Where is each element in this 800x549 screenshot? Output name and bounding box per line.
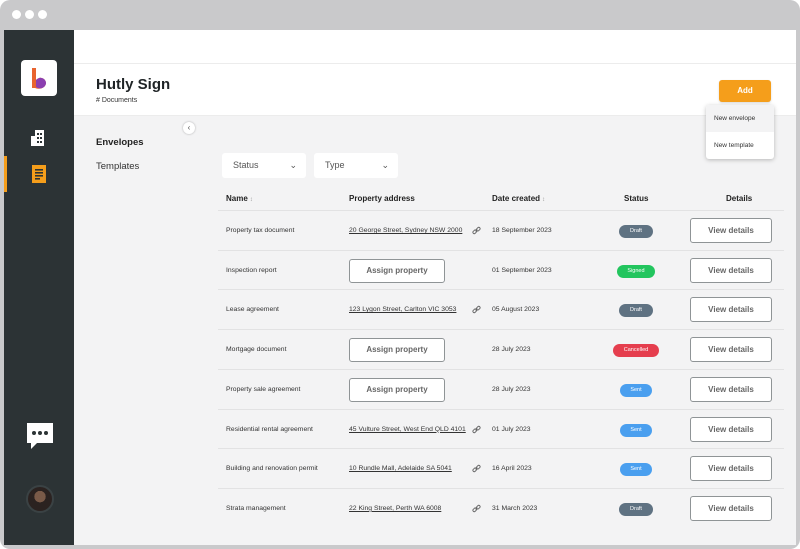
status-badge: Draft xyxy=(619,225,653,238)
document-name: Building and renovation permit xyxy=(226,465,318,473)
browser-window: Hutly Sign # Documents Add New envelope … xyxy=(0,0,800,549)
rail-item-properties[interactable] xyxy=(4,120,74,156)
property-address-link[interactable]: 20 George Street, Sydney NSW 2000 xyxy=(349,211,462,251)
subnav-item-templates[interactable]: Templates xyxy=(96,161,139,172)
link-icon[interactable] xyxy=(472,464,481,473)
property-address-link[interactable]: 10 Rundle Mall, Adelaide SA 5041 xyxy=(349,449,452,489)
app-container: Hutly Sign # Documents Add New envelope … xyxy=(4,30,796,545)
property-address-link[interactable]: 123 Lygon Street, Carlton VIC 3053 xyxy=(349,290,456,330)
view-details-button[interactable]: View details xyxy=(690,297,772,323)
subnav-item-envelopes[interactable]: Envelopes xyxy=(96,137,144,148)
table-row: Lease agreement 123 Lygon Street, Carlton… xyxy=(218,289,784,329)
document-name: Property sale agreement xyxy=(226,385,301,393)
type-filter[interactable]: Type ⌄ xyxy=(314,153,398,178)
property-address-link[interactable]: 22 King Street, Perth WA 6008 xyxy=(349,489,441,529)
secondary-sidebar: ‹ Envelopes Templates xyxy=(74,116,200,545)
hutly-logo-icon[interactable] xyxy=(21,60,57,96)
page-header: Hutly Sign # Documents Add xyxy=(74,30,796,116)
status-badge: Sent xyxy=(620,383,652,397)
add-button[interactable]: Add xyxy=(719,80,771,102)
column-header-date[interactable]: Date created ↕ xyxy=(492,188,545,210)
view-details-button[interactable]: View details xyxy=(690,456,772,482)
document-name: Residential rental agreement xyxy=(226,425,313,433)
date-created: 28 July 2023 xyxy=(492,385,531,393)
nav-rail xyxy=(4,30,74,545)
document-icon xyxy=(32,165,46,183)
date-created: 01 July 2023 xyxy=(492,425,531,433)
document-name: Mortgage document xyxy=(226,346,287,354)
view-details-button[interactable]: View details xyxy=(690,376,772,402)
assign-property-button[interactable]: Assign property xyxy=(349,377,445,402)
rail-item-documents[interactable] xyxy=(4,156,74,192)
window-titlebar xyxy=(0,0,800,30)
document-name: Inspection report xyxy=(226,266,277,274)
main-content: Status ⌄ Type ⌄ Name ↕ Property address D… xyxy=(200,116,796,545)
table-row: Property sale agreement Assign property 28… xyxy=(218,368,784,409)
menu-item-new-envelope[interactable]: New envelope xyxy=(706,105,774,132)
table-row: Residential rental agreement 45 Vulture S… xyxy=(218,408,784,450)
table-row: Strata management 22 King Street, Perth W… xyxy=(218,487,784,529)
document-name: Strata management xyxy=(226,504,286,512)
view-details-button[interactable]: View details xyxy=(690,218,772,243)
collapse-sidebar-icon[interactable]: ‹ xyxy=(183,122,195,134)
status-badge: Draft xyxy=(619,502,653,516)
menu-item-new-template[interactable]: New template xyxy=(706,132,774,159)
view-details-button[interactable]: View details xyxy=(690,337,772,363)
date-created: 05 August 2023 xyxy=(492,306,540,314)
chevron-down-icon: ⌄ xyxy=(381,160,389,170)
assign-property-button[interactable]: Assign property xyxy=(349,338,445,363)
type-filter-label: Type xyxy=(325,160,345,170)
status-filter-label: Status xyxy=(233,160,259,170)
building-icon xyxy=(31,130,44,146)
date-created: 01 September 2023 xyxy=(492,266,552,274)
window-dot-icon[interactable] xyxy=(12,10,21,19)
avatar[interactable] xyxy=(26,485,54,513)
assign-property-button[interactable]: Assign property xyxy=(349,258,445,283)
status-badge: Cancelled xyxy=(613,344,659,358)
page-title: Hutly Sign xyxy=(96,76,171,93)
table-row: Property tax document 20 George Street, S… xyxy=(218,210,784,250)
status-filter[interactable]: Status ⌄ xyxy=(222,153,306,178)
column-header-address: Property address xyxy=(349,194,415,203)
status-badge: Sent xyxy=(620,423,652,437)
chevron-down-icon: ⌄ xyxy=(289,160,297,170)
window-dot-icon[interactable] xyxy=(25,10,34,19)
status-badge: Signed xyxy=(617,264,655,278)
column-header-name[interactable]: Name ↕ xyxy=(226,188,253,210)
add-dropdown-menu: New envelope New template xyxy=(706,105,774,159)
column-header-details: Details xyxy=(726,194,753,203)
link-icon[interactable] xyxy=(472,504,481,513)
table-row: Inspection report Assign property 01 Septe… xyxy=(218,249,784,290)
document-name: Property tax document xyxy=(226,227,295,234)
sort-icon[interactable]: ↕ xyxy=(250,197,253,203)
view-details-button[interactable]: View details xyxy=(690,416,772,442)
date-created: 31 March 2023 xyxy=(492,504,538,512)
document-name: Lease agreement xyxy=(226,306,279,314)
view-details-button[interactable]: View details xyxy=(690,495,772,521)
link-icon[interactable] xyxy=(472,226,481,235)
sort-icon[interactable]: ↕ xyxy=(542,197,545,203)
header-topbar xyxy=(74,30,796,64)
link-icon[interactable] xyxy=(472,425,481,434)
link-icon[interactable] xyxy=(472,305,481,314)
view-details-button[interactable]: View details xyxy=(690,257,772,283)
status-badge: Draft xyxy=(619,304,653,318)
table-row: Mortgage document Assign property 28 July … xyxy=(218,329,784,369)
table-row: Building and renovation permit 10 Rundle … xyxy=(218,448,784,488)
chat-icon[interactable] xyxy=(25,421,55,451)
date-created: 28 July 2023 xyxy=(492,346,531,354)
status-badge: Sent xyxy=(620,463,652,477)
property-address-link[interactable]: 45 Vulture Street, West End QLD 4101 xyxy=(349,410,466,450)
column-header-status: Status xyxy=(624,194,649,203)
date-created: 18 September 2023 xyxy=(492,227,552,234)
date-created: 16 April 2023 xyxy=(492,465,532,473)
window-dot-icon[interactable] xyxy=(38,10,47,19)
breadcrumb: # Documents xyxy=(96,97,138,104)
